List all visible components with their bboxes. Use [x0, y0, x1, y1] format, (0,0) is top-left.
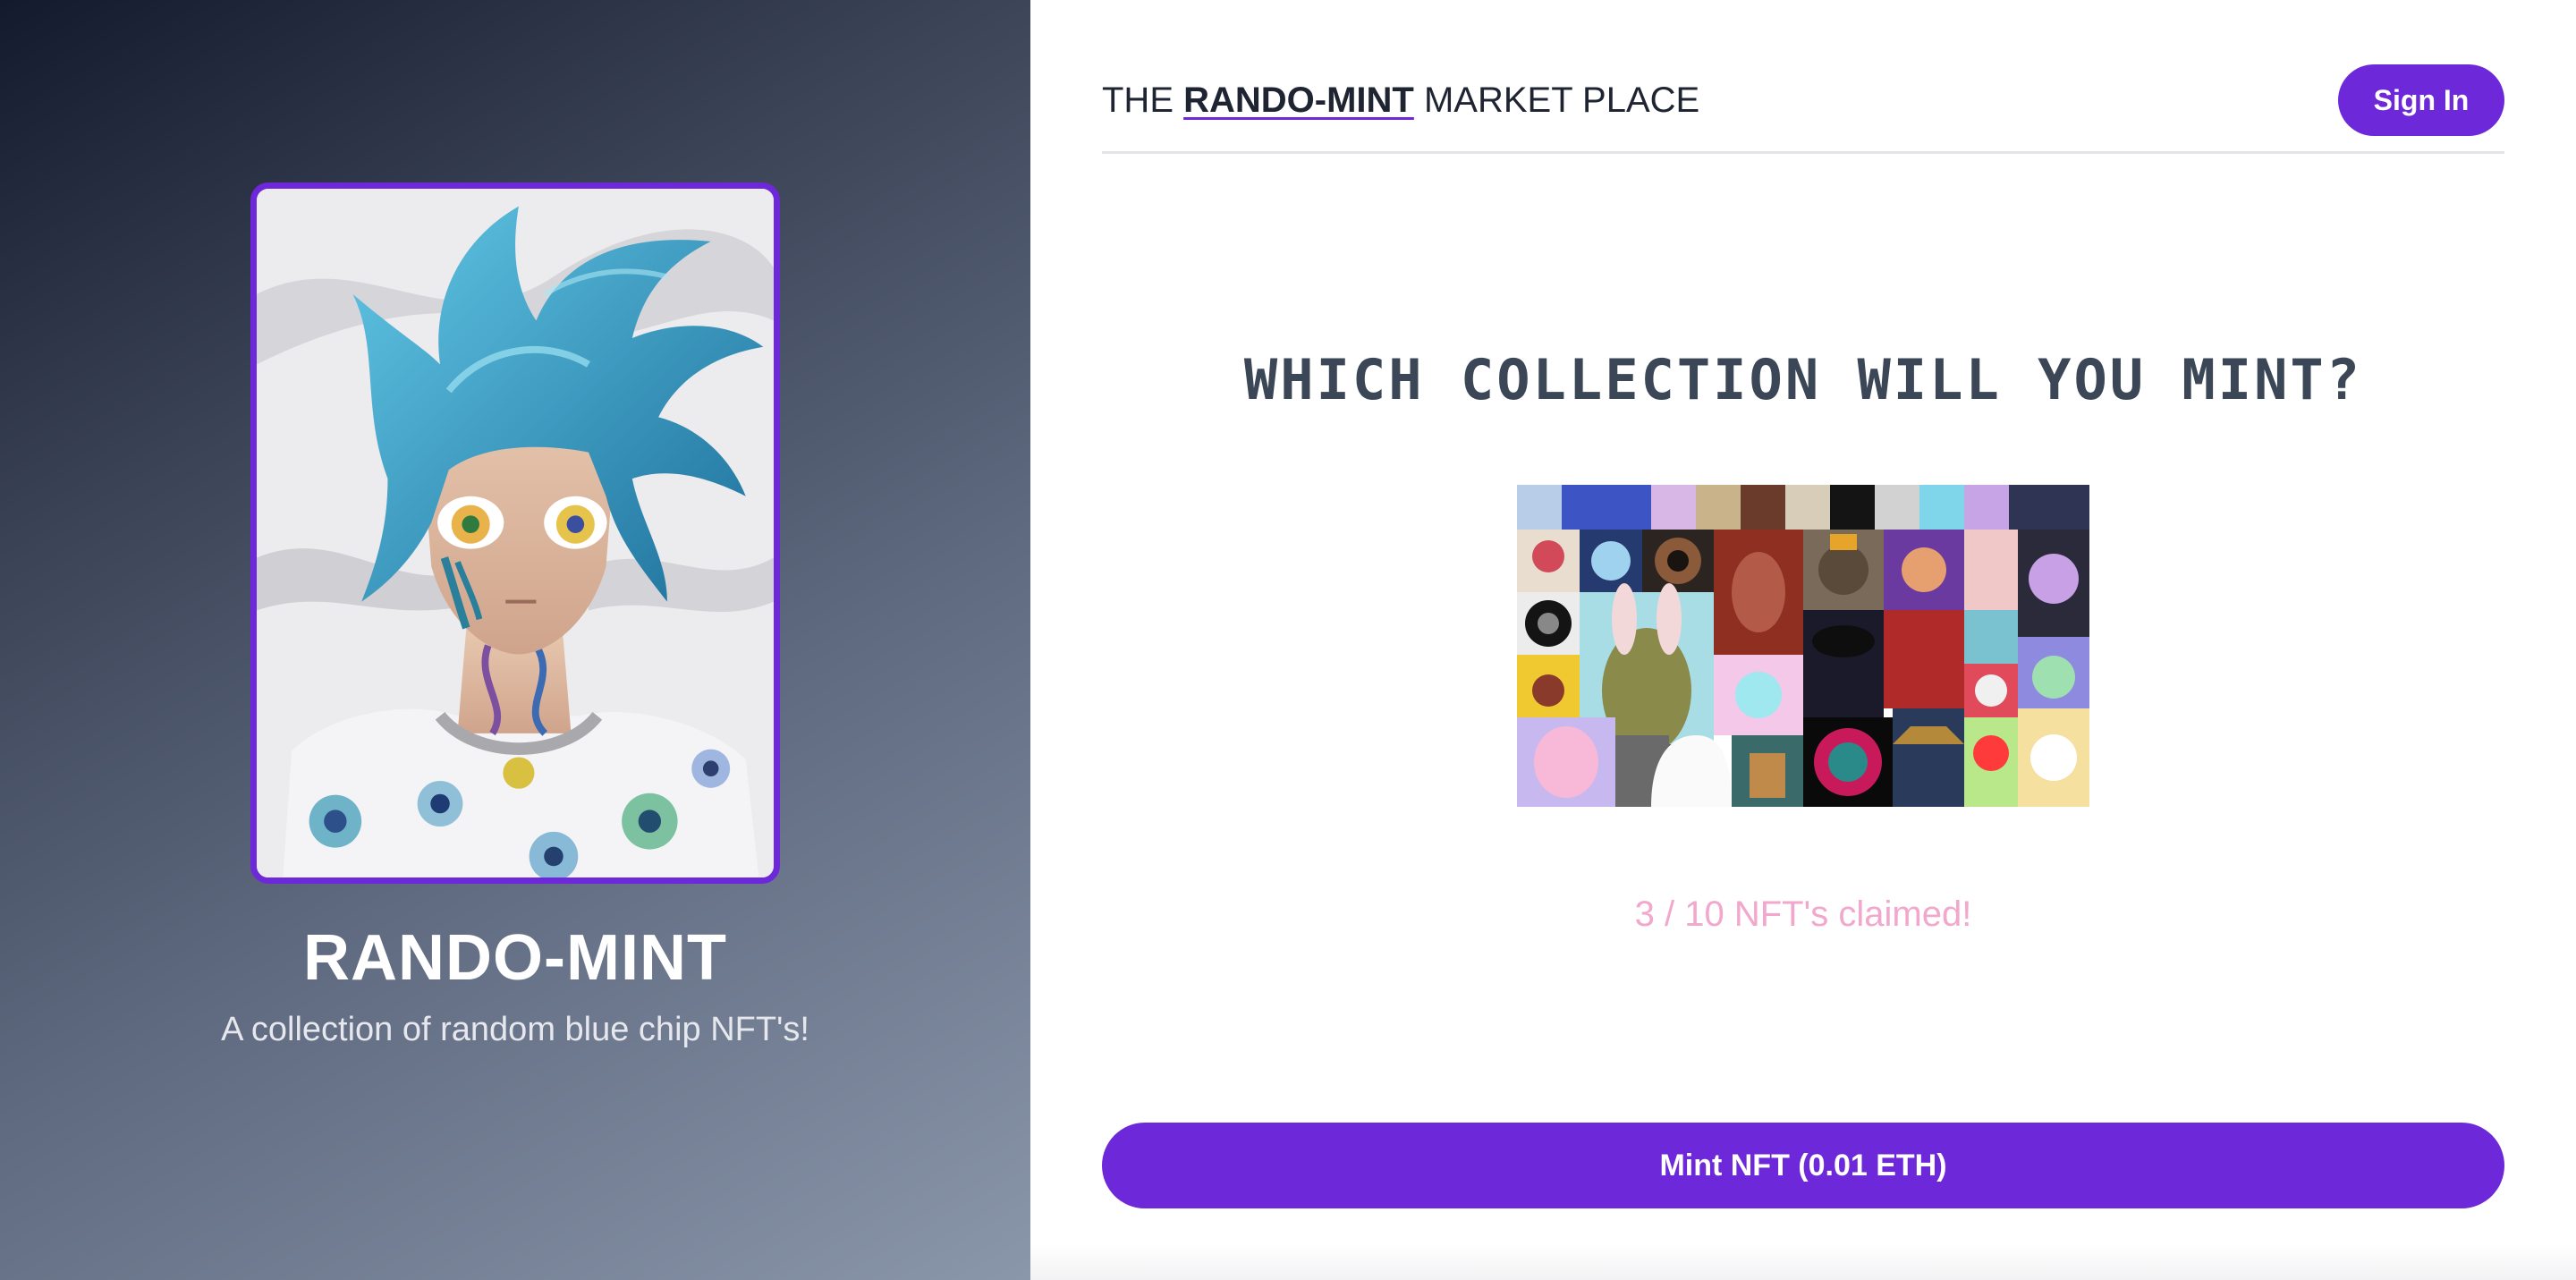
collection-title: RANDO-MINT	[303, 922, 727, 994]
sign-in-button[interactable]: Sign In	[2338, 64, 2504, 136]
logo-prefix: THE	[1102, 81, 1174, 120]
app-layout: RANDO-MINT A collection of random blue c…	[0, 0, 2576, 1280]
nft-collage-illustration	[1517, 485, 2089, 807]
mint-panel: THE RANDO-MINT MARKET PLACE Sign In WHIC…	[1030, 0, 2576, 1280]
mint-headline: WHICH COLLECTION WILL YOU MINT?	[1243, 347, 2363, 412]
nft-collage-image	[1517, 485, 2089, 807]
collection-subtitle: A collection of random blue chip NFT's!	[221, 1011, 809, 1048]
claimed-count-text: 3 / 10 NFT's claimed!	[1634, 894, 1972, 934]
top-header: THE RANDO-MINT MARKET PLACE Sign In	[1102, 64, 2504, 154]
logo-name: RANDO-MINT	[1183, 81, 1414, 120]
collection-panel: RANDO-MINT A collection of random blue c…	[0, 0, 1030, 1280]
mint-nft-button[interactable]: Mint NFT (0.01 ETH)	[1102, 1123, 2504, 1208]
logo-suffix: MARKET PLACE	[1423, 81, 1700, 120]
featured-nft-image	[250, 182, 780, 884]
site-logo[interactable]: THE RANDO-MINT MARKET PLACE	[1102, 81, 1699, 121]
bottom-shadow	[1030, 1244, 2576, 1280]
featured-nft-illustration	[257, 189, 774, 877]
